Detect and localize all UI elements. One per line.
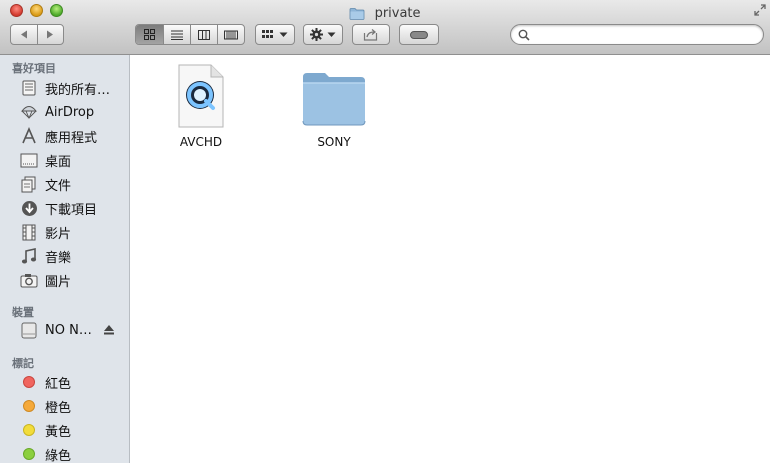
sidebar-item-label: 應用程式 [45,130,98,146]
sidebar-item-label: 音樂 [45,250,72,266]
sidebar-item-tag-orange[interactable]: 橙色 [0,395,129,417]
applications-icon [20,127,38,145]
finder-window: private 喜好項目 我的所有… AirDrop 應用程式 桌面 文件 下載… [0,0,770,463]
back-button[interactable] [11,25,37,44]
back-arrow-icon [20,30,27,39]
sidebar-item-tag-red[interactable]: 紅色 [0,371,129,393]
fullscreen-icon[interactable] [754,4,766,16]
list-icon [170,30,183,40]
all-my-files-icon [20,79,38,97]
sidebar-item-label: 紅色 [45,376,72,392]
sidebar-item-device[interactable]: NO N… [0,319,129,341]
forward-arrow-icon [47,30,54,39]
share-icon [363,28,378,41]
sidebar-item-downloads[interactable]: 下載項目 [0,197,129,219]
quicktime-document-icon [178,64,224,128]
action-button[interactable] [303,24,343,45]
music-icon [20,247,38,265]
sidebar-item-pictures[interactable]: 圖片 [0,269,129,291]
pictures-icon [20,271,38,289]
sidebar-item-label: NO N… [45,322,92,338]
arrange-grid-icon [262,30,273,38]
gear-icon [310,28,323,41]
sidebar-item-applications[interactable]: 應用程式 [0,125,129,147]
columns-icon [197,29,210,40]
file-browser-area: AVCHD SONY [131,55,770,463]
sidebar-header-devices: 裝置 [12,306,34,319]
sidebar-item-label: 文件 [45,178,72,194]
arrange-button[interactable] [255,24,295,45]
title-bar: private [0,0,770,55]
file-name: AVCHD [179,135,223,149]
airdrop-icon [20,103,38,121]
column-view-button[interactable] [189,25,217,44]
desktop-icon [20,151,38,169]
sidebar-item-all-my-files[interactable]: 我的所有… [0,77,129,99]
sidebar-item-documents[interactable]: 文件 [0,173,129,195]
icon-grid-icon [143,29,155,40]
tag-color-dot [23,400,35,412]
sidebar-item-label: AirDrop [45,104,95,120]
sidebar-item-label: 桌面 [45,154,72,170]
sidebar-item-tag-yellow[interactable]: 黃色 [0,419,129,441]
chevron-down-icon [279,32,288,37]
search-icon [518,29,530,41]
folder-icon [350,8,365,20]
sidebar-item-label: 綠色 [45,448,72,463]
sidebar-item-label: 影片 [45,226,72,242]
sidebar-item-label: 橙色 [45,400,72,416]
search-field[interactable] [510,24,764,45]
back-forward-buttons [10,24,64,45]
sidebar-item-tag-green[interactable]: 綠色 [0,443,129,463]
folder-icon [302,73,366,126]
list-view-button[interactable] [162,25,190,44]
sidebar: 喜好項目 我的所有… AirDrop 應用程式 桌面 文件 下載項目 影片 音樂… [0,55,130,463]
drive-icon [20,321,38,339]
window-title: private [0,3,770,21]
tag-color-dot [23,424,35,436]
sidebar-item-label: 我的所有… [45,82,111,98]
tag-color-dot [23,376,35,388]
file-name: SONY [317,135,351,149]
sidebar-item-music[interactable]: 音樂 [0,245,129,267]
eject-icon[interactable] [103,324,115,336]
coverflow-icon [223,30,238,39]
forward-button[interactable] [36,25,63,44]
toggle-toolbar-button[interactable] [399,24,439,45]
downloads-icon [20,199,38,217]
sidebar-item-label: 黃色 [45,424,72,440]
chevron-down-icon [327,32,336,37]
pill-toggle-icon [410,30,428,39]
sidebar-header-favorites: 喜好項目 [12,62,56,75]
sidebar-item-movies[interactable]: 影片 [0,221,129,243]
tag-color-dot [23,448,35,460]
sidebar-item-airdrop[interactable]: AirDrop [0,101,129,123]
sidebar-item-label: 下載項目 [45,202,98,218]
share-button[interactable] [352,24,390,45]
file-item-avchd[interactable]: AVCHD [156,63,246,149]
coverflow-view-button[interactable] [216,25,244,44]
view-mode-selector [135,24,245,45]
file-item-sony[interactable]: SONY [289,63,379,149]
search-input[interactable] [535,26,759,45]
icon-view-button[interactable] [136,25,163,44]
sidebar-item-desktop[interactable]: 桌面 [0,149,129,171]
sidebar-item-label: 圖片 [45,274,72,290]
sidebar-header-tags: 標記 [12,357,34,370]
documents-icon [20,175,38,193]
movies-icon [20,223,38,241]
window-title-text: private [374,6,421,21]
